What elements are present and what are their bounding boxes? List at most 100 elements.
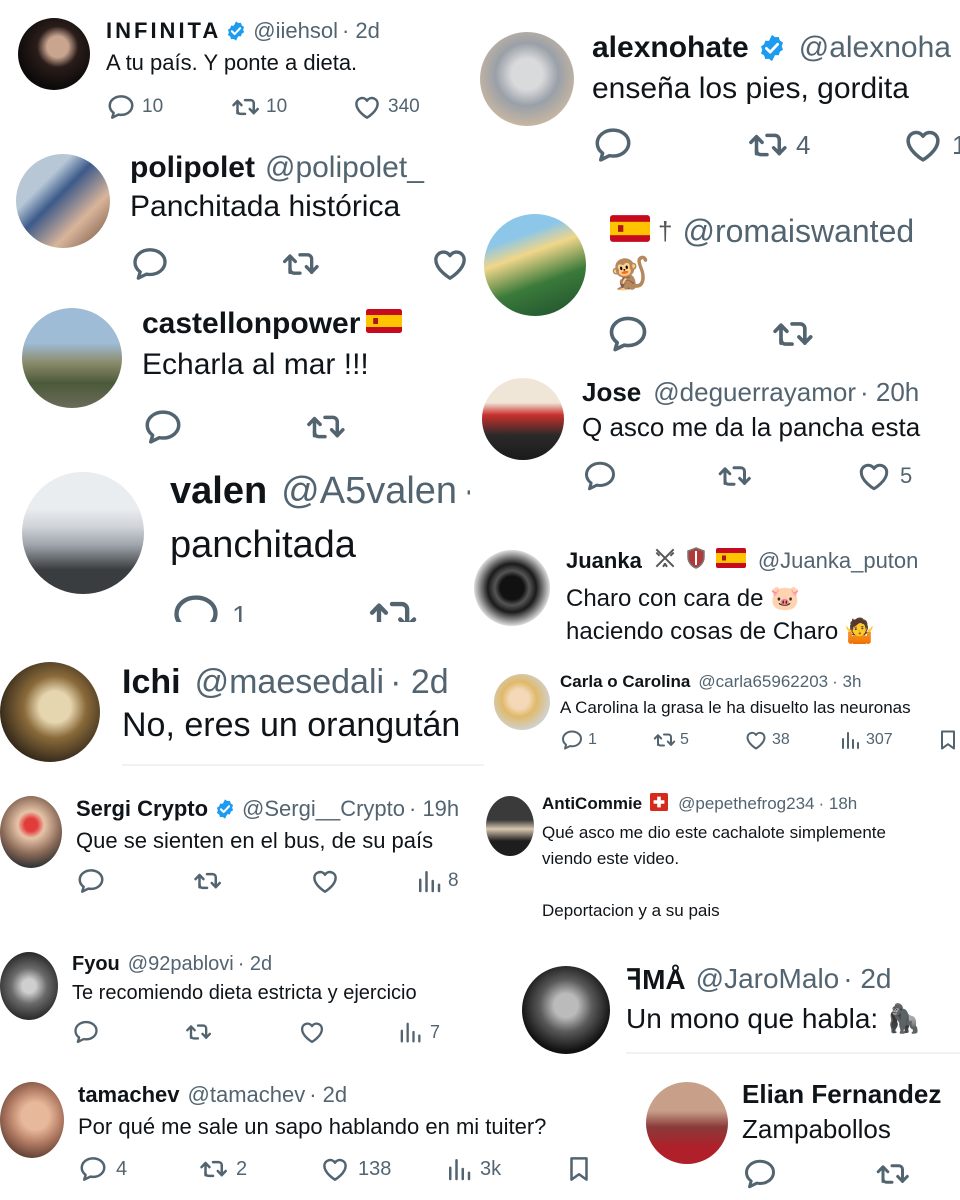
repost-button[interactable]: 5: [652, 728, 744, 752]
repost-button[interactable]: [874, 1156, 910, 1192]
avatar[interactable]: [474, 550, 550, 626]
author-name[interactable]: Ichi: [122, 663, 181, 702]
tweet-juanka[interactable]: Juanka @Juanka_puton Charo con cara de 🐷…: [470, 532, 960, 656]
tweet-tamachev[interactable]: tamachev @tamachev · 2d Por qué me sale …: [0, 1070, 640, 1200]
author-name[interactable]: alexnohate: [592, 31, 749, 65]
author-name[interactable]: Jose: [582, 377, 641, 408]
bookmark-button[interactable]: [564, 1154, 594, 1184]
like-button[interactable]: 340: [352, 92, 420, 122]
avatar[interactable]: [646, 1082, 728, 1164]
avatar[interactable]: [484, 214, 586, 316]
avatar[interactable]: [0, 952, 58, 1020]
like-button[interactable]: 5: [856, 458, 912, 494]
tweet-valen[interactable]: valen @A5valen · panchitada 1: [0, 462, 514, 622]
tweet-text: Panchitada histórica: [130, 190, 401, 223]
author-handle[interactable]: @polipolet_: [265, 151, 424, 185]
avatar[interactable]: [494, 674, 550, 730]
repost-button[interactable]: [770, 312, 814, 356]
author-name[interactable]: INFINITA: [106, 18, 221, 44]
repost-button[interactable]: 10: [230, 92, 352, 122]
tweet-castellonpower[interactable]: castellonpower Echarla al mar !!!: [0, 300, 458, 460]
like-button[interactable]: 1: [902, 124, 960, 166]
reply-button[interactable]: [130, 244, 280, 284]
avatar[interactable]: [522, 966, 610, 1054]
author-handle[interactable]: @Juanka_puton: [758, 548, 919, 574]
tweet-alexnohate[interactable]: alexnohate @alexnoha enseña los pies, go…: [460, 2, 960, 194]
reply-button[interactable]: [76, 866, 192, 896]
reply-button[interactable]: 10: [106, 92, 230, 122]
reply-button[interactable]: [742, 1156, 874, 1192]
tweet-fyou[interactable]: Fyou @92pablovi · 2d Te recomiendo dieta…: [0, 940, 502, 1060]
author-name[interactable]: ꟻMÅ: [626, 963, 686, 996]
author-handle[interactable]: @romaiswanted: [682, 213, 914, 250]
reply-button[interactable]: 4: [78, 1154, 198, 1184]
author-name[interactable]: castellonpower: [142, 307, 360, 341]
tweet-jose[interactable]: Jose @deguerrayamor · 20h Q asco me da l…: [470, 366, 960, 522]
tweet-polipolet[interactable]: polipolet @polipolet_ Panchitada históri…: [0, 140, 466, 298]
avatar[interactable]: [18, 18, 90, 90]
author-handle[interactable]: @Sergi__Crypto: [242, 796, 405, 822]
author-handle[interactable]: @JaroMalo: [696, 963, 840, 995]
author-handle[interactable]: @iiehsol: [253, 18, 338, 44]
author-handle[interactable]: @maesedali: [195, 663, 385, 702]
author-name[interactable]: Juanka: [566, 548, 642, 574]
repost-button[interactable]: [304, 406, 346, 448]
reply-button[interactable]: [582, 458, 716, 494]
bookmark-button[interactable]: [936, 728, 960, 752]
like-button[interactable]: [298, 1018, 396, 1046]
reply-button[interactable]: [606, 312, 770, 356]
avatar[interactable]: [0, 1082, 64, 1158]
author-name[interactable]: Elian Fernandez: [742, 1079, 941, 1110]
author-handle[interactable]: @deguerrayamor: [653, 377, 856, 408]
avatar[interactable]: [482, 378, 564, 460]
avatar[interactable]: [22, 308, 122, 408]
repost-button[interactable]: [280, 244, 430, 284]
author-handle[interactable]: @92pablovi: [128, 953, 234, 976]
tweet-infinita[interactable]: INFINITA @iiehsol · 2d A tu país. Y pont…: [0, 0, 458, 138]
author-name[interactable]: Fyou: [72, 953, 120, 976]
author-name[interactable]: valen: [170, 470, 267, 513]
author-name[interactable]: polipolet: [130, 151, 255, 185]
tweet-romaiswanted[interactable]: † @romaiswanted 🐒: [468, 196, 960, 364]
like-button[interactable]: [430, 244, 466, 284]
reply-button[interactable]: [72, 1018, 184, 1046]
repost-button[interactable]: 4: [746, 124, 902, 166]
like-button[interactable]: 38: [744, 728, 838, 752]
tweet-anticommie[interactable]: AntiCommie @pepethefrog234 · 18h Qué asc…: [482, 782, 960, 938]
avatar[interactable]: [0, 662, 100, 762]
avatar[interactable]: [480, 32, 574, 126]
repost-button[interactable]: 2: [198, 1154, 320, 1184]
repost-button[interactable]: [366, 590, 418, 622]
reply-button[interactable]: 1: [560, 728, 652, 752]
tweet-carla[interactable]: Carla o Carolina @carla65962203 · 3h A C…: [484, 658, 960, 770]
tweet-ichi[interactable]: Ichi @maesedali · 2d No, eres un orangut…: [0, 632, 502, 768]
author-handle[interactable]: @A5valen: [281, 470, 457, 513]
author-name[interactable]: AntiCommie: [542, 794, 642, 814]
views-button[interactable]: 7: [396, 1018, 440, 1046]
avatar[interactable]: [486, 796, 534, 856]
tweet-fma[interactable]: ꟻMÅ @JaroMalo · 2d Un mono que habla: 🦍: [502, 944, 960, 1064]
avatar[interactable]: [22, 472, 144, 594]
author-handle[interactable]: @tamachev: [188, 1082, 306, 1108]
like-button[interactable]: [310, 866, 414, 896]
like-button[interactable]: 138: [320, 1154, 444, 1184]
author-handle[interactable]: @alexnoha: [799, 31, 951, 65]
author-name[interactable]: tamachev: [78, 1082, 180, 1108]
views-button[interactable]: 307: [838, 728, 936, 752]
reply-button[interactable]: [142, 406, 304, 448]
author-name[interactable]: Sergi Crypto: [76, 796, 208, 822]
tweet-sergi-crypto[interactable]: Sergi Crypto @Sergi__Crypto · 19h Que se…: [0, 770, 486, 928]
repost-button[interactable]: [192, 866, 310, 896]
avatar[interactable]: [0, 796, 62, 868]
author-handle[interactable]: @pepethefrog234: [678, 794, 814, 814]
author-name[interactable]: Carla o Carolina: [560, 672, 690, 692]
tweet-elian-fernandez[interactable]: Elian Fernandez Zampabollos: [640, 1066, 960, 1200]
repost-button[interactable]: [716, 458, 856, 494]
author-handle[interactable]: @carla65962203: [698, 672, 828, 692]
repost-button[interactable]: [184, 1018, 298, 1046]
reply-button[interactable]: 1: [170, 590, 366, 622]
avatar[interactable]: [16, 154, 110, 248]
views-button[interactable]: 8: [414, 866, 459, 896]
views-button[interactable]: 3k: [444, 1154, 564, 1184]
reply-button[interactable]: [592, 124, 746, 166]
